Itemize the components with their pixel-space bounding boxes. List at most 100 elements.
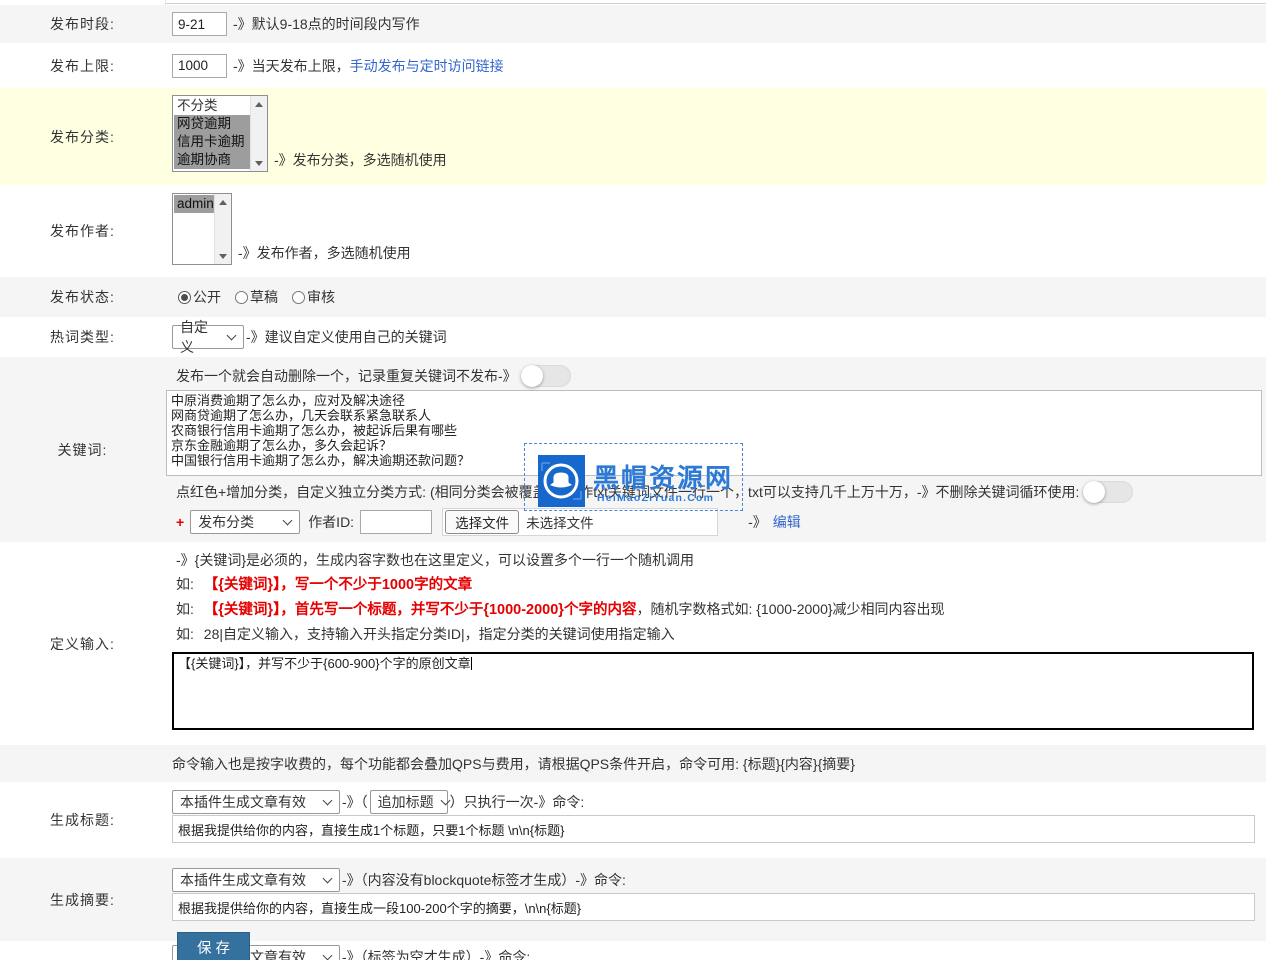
summary-command-input[interactable]	[172, 893, 1255, 921]
radio-label: 公开	[193, 287, 221, 307]
row-publish-category: 发布分类: 不分类 网贷逾期 信用卡逾期 逾期协商 -》发布分类，多选随机使用	[0, 88, 1266, 185]
category-multiselect[interactable]: 不分类 网贷逾期 信用卡逾期 逾期协商	[172, 95, 268, 172]
chevron-down-icon	[283, 516, 293, 526]
example-prefix: 如:	[176, 601, 194, 617]
edit-link[interactable]: 编辑	[773, 512, 801, 532]
auto-delete-toggle[interactable]	[521, 365, 571, 387]
arrow-paren-text: -》（	[342, 792, 368, 812]
publish-category-desc: -》发布分类，多选随机使用	[274, 150, 447, 170]
scroll-up-icon[interactable]	[215, 194, 232, 210]
radio-draft[interactable]: 草稿	[235, 287, 278, 307]
select-value: 发布分类	[198, 512, 254, 532]
author-multiselect[interactable]: admin	[172, 193, 232, 265]
row-generate-title: 生成标题: 本插件生成文章有效 -》（ 追加标题 ）只执行一次-》命令:	[0, 782, 1266, 858]
title-command-input[interactable]	[172, 815, 1255, 843]
listbox-scrollbar[interactable]	[214, 194, 231, 264]
row-publish-status: 发布状态: 公开 草稿 审核	[0, 277, 1266, 317]
define-input-textarea[interactable]: 【{关键词}】，并写不少于{600-900}个字的原创文章	[172, 652, 1254, 730]
empty-label	[0, 745, 165, 782]
summary-mode-select[interactable]: 本插件生成文章有效	[172, 868, 340, 892]
listbox-option[interactable]: 逾期协商	[174, 151, 250, 169]
publish-limit-desc: -》当天发布上限，	[233, 56, 350, 76]
choose-file-button[interactable]: 选择文件	[445, 510, 519, 534]
listbox-scrollbar[interactable]	[250, 96, 267, 171]
file-input[interactable]: 选择文件 未选择文件	[442, 508, 718, 536]
example-prefix: 如:	[176, 576, 194, 592]
top-border-line	[166, 3, 1266, 4]
black-hat-logo-icon	[538, 455, 585, 507]
row-publish-author: 发布作者: admin -》发布作者，多选随机使用	[0, 185, 1266, 277]
select-value: 本插件生成文章有效	[180, 870, 306, 890]
publish-author-label: 发布作者:	[0, 185, 165, 277]
radio-icon	[292, 291, 305, 304]
row-generate-summary: 生成摘要: 本插件生成文章有效 -》（内容没有blockquote标签才生成）-…	[0, 858, 1266, 941]
command-note-text: 命令输入也是按字收费的，每个功能都会叠加QPS与费用，请根据QPS条件开启，命令…	[172, 754, 855, 774]
example-red-text: 【{关键词}】，写一个不少于1000字的文章	[204, 577, 472, 593]
listbox-option[interactable]: 网贷逾期	[174, 115, 250, 133]
hotword-type-desc: -》建议自定义使用自己的关键词	[246, 327, 447, 347]
chevron-down-icon	[323, 951, 333, 960]
tags-after-text: -》（标签为空才生成）-》命令:	[342, 947, 530, 960]
radio-label: 草稿	[250, 287, 278, 307]
category-select[interactable]: 发布分类	[190, 510, 300, 534]
keyword-loop-toggle[interactable]	[1083, 481, 1133, 503]
auto-delete-text: 发布一个就会自动删除一个，记录重复关键词不发布-》	[176, 366, 517, 386]
publish-time-desc: -》默认9-18点的时间段内写作	[233, 14, 420, 34]
radio-icon	[178, 291, 191, 304]
hotword-type-select[interactable]: 自定义	[172, 325, 244, 349]
publish-author-desc: -》发布作者，多选随机使用	[238, 243, 411, 263]
define-input-line1: -》{关键词}是必须的，生成内容字数也在这里定义，可以设置多个一行一个随机调用	[172, 550, 1261, 570]
select-value: 自定义	[180, 317, 220, 357]
title-after-text: ）只执行一次-》命令:	[450, 792, 585, 812]
listbox-option[interactable]: 不分类	[174, 97, 250, 115]
publish-time-label: 发布时段:	[0, 5, 165, 43]
select-value: 追加标题	[378, 792, 434, 812]
watermark-title: 黑帽资源网	[593, 458, 741, 495]
row-publish-limit: 发布上限: -》当天发布上限， 手动发布与定时访问链接	[0, 43, 1266, 88]
publish-limit-input[interactable]	[172, 54, 227, 78]
title-mode-select[interactable]: 本插件生成文章有效	[172, 790, 340, 814]
save-button[interactable]: 保 存	[177, 932, 250, 960]
row-publish-time: 发布时段: -》默认9-18点的时间段内写作	[0, 5, 1266, 43]
watermark-domain: HeiMaoZiYuan.Com	[597, 492, 714, 504]
summary-after-text: -》（内容没有blockquote标签才生成）-》命令:	[342, 870, 626, 890]
example-prefix: 如:	[176, 626, 194, 642]
radio-icon	[235, 291, 248, 304]
author-id-input[interactable]	[360, 510, 432, 534]
keywords-label: 关键词:	[0, 357, 165, 542]
author-id-label: 作者ID:	[308, 512, 354, 532]
radio-review[interactable]: 审核	[292, 287, 335, 307]
title-append-select[interactable]: 追加标题	[370, 790, 448, 814]
row-command-note: 命令输入也是按字收费的，每个功能都会叠加QPS与费用，请根据QPS条件开启，命令…	[0, 745, 1266, 782]
hotword-type-label: 热词类型:	[0, 317, 165, 357]
define-input-label: 定义输入:	[0, 542, 165, 745]
text-caret	[471, 657, 472, 670]
empty-label	[0, 941, 165, 960]
toggle-knob	[521, 365, 543, 387]
example-red-text: 【{关键词}】，首先写一个标题，并写不少于{1000-2000}个字的内容	[204, 602, 637, 618]
arrow-text: -》	[748, 512, 767, 532]
chevron-down-icon	[323, 796, 333, 806]
publish-status-label: 发布状态:	[0, 277, 165, 317]
define-input-value: 【{关键词}】，并写不少于{600-900}个字的原创文章	[178, 656, 471, 671]
scroll-down-icon[interactable]	[251, 155, 268, 171]
publish-plugin-settings-page: 发布时段: -》默认9-18点的时间段内写作 发布上限: -》当天发布上限， 手…	[0, 0, 1266, 960]
row-define-input: 定义输入: -》{关键词}是必须的，生成内容字数也在这里定义，可以设置多个一行一…	[0, 542, 1266, 745]
publish-time-input[interactable]	[172, 12, 227, 36]
listbox-option[interactable]: admin	[174, 195, 214, 213]
watermark: 黑帽资源网 HeiMaoZiYuan.Com	[524, 443, 743, 511]
toggle-knob	[1083, 481, 1105, 503]
manual-publish-link[interactable]: 手动发布与定时访问链接	[350, 56, 504, 76]
add-category-button[interactable]: +	[176, 514, 184, 530]
file-status-text: 未选择文件	[526, 512, 594, 532]
radio-public[interactable]: 公开	[178, 287, 221, 307]
scroll-down-icon[interactable]	[215, 248, 232, 264]
publish-category-label: 发布分类:	[0, 88, 165, 185]
chevron-down-icon	[323, 874, 333, 884]
scroll-up-icon[interactable]	[251, 96, 268, 112]
listbox-option[interactable]: 信用卡逾期	[174, 133, 250, 151]
generate-summary-label: 生成摘要:	[0, 858, 165, 941]
select-value: 本插件生成文章有效	[180, 792, 306, 812]
chevron-down-icon	[227, 331, 237, 341]
generate-title-label: 生成标题:	[0, 782, 165, 858]
